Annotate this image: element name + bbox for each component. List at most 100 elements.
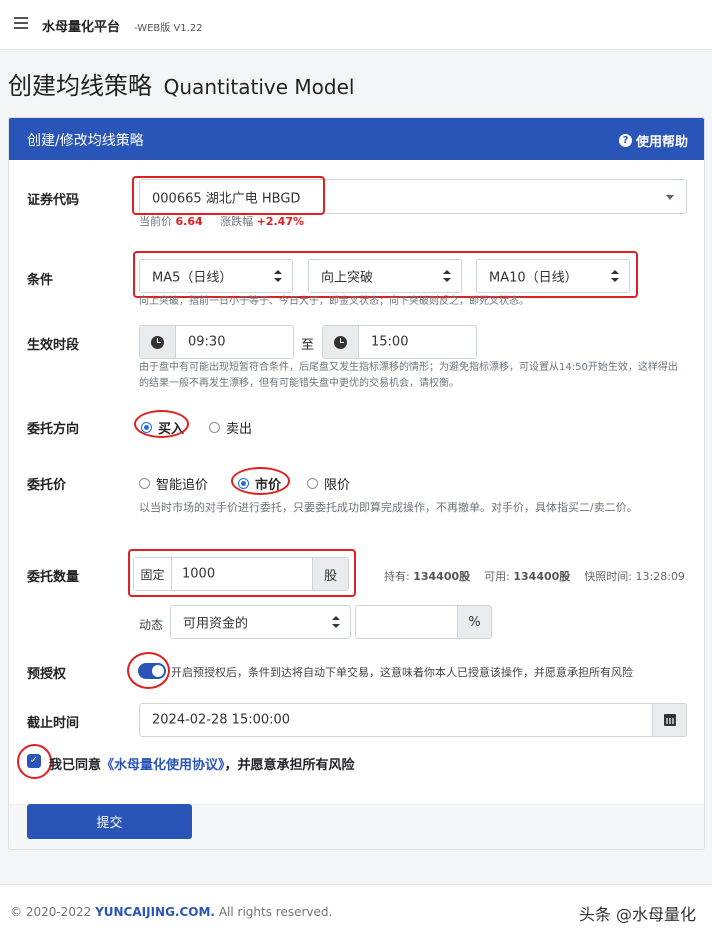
ma-left-value: MA5（日线） — [152, 270, 233, 286]
stock-value: 000665 湖北广电 HBGD — [152, 191, 301, 206]
updown-icon — [332, 616, 340, 628]
price-label: 当前价 — [139, 215, 172, 228]
stock-select[interactable]: 000665 湖北广电 HBGD — [139, 179, 687, 214]
fixed-quantity-input[interactable]: 固定 1000 股 — [133, 557, 349, 591]
app-brand[interactable]: 水母量化平台 — [42, 16, 120, 35]
holding-label: 持有: — [384, 570, 410, 583]
end-time-addon — [323, 326, 359, 358]
direction-select[interactable]: 向上突破 — [308, 259, 462, 293]
period-to: 至 — [301, 338, 315, 353]
direction-value: 向上突破 — [321, 270, 374, 286]
page-title: 创建均线策略 Quantitative Model — [8, 66, 354, 101]
available-value: 134400股 — [513, 570, 571, 583]
radio-smart-label: 智能追价 — [156, 478, 209, 493]
order-direction-label: 委托方向 — [27, 422, 80, 437]
site-link[interactable]: YUNCAIJING.COM. — [95, 905, 215, 919]
radio-dot — [141, 422, 152, 433]
agree-prefix: 我已同意 — [49, 758, 102, 773]
radio-market-label: 市价 — [255, 478, 282, 493]
snapshot-value: 13:28:09 — [635, 570, 685, 583]
ma-right-select[interactable]: MA10（日线） — [476, 259, 630, 293]
condition-hint: 向上突破，指前一日小于等于、今日大于，即金叉状态；向下突破则反之，即死叉状态。 — [139, 296, 529, 307]
available-label: 可用: — [484, 570, 510, 583]
radio-sell[interactable]: 卖出 — [209, 418, 252, 437]
deadline-value: 2024-02-28 15:00:00 — [152, 712, 291, 728]
card-header: 创建/修改均线策略 ? 使用帮助 — [9, 118, 704, 160]
radio-limit-label: 限价 — [324, 478, 351, 493]
menu-icon[interactable] — [14, 17, 28, 29]
submit-button[interactable]: 提交 — [27, 804, 192, 839]
holding-value: 134400股 — [413, 570, 471, 583]
start-time-value: 09:30 — [188, 334, 226, 350]
price-value: 6.64 — [175, 215, 203, 228]
dynamic-select[interactable]: 可用资金的 — [170, 605, 351, 639]
page-title-en: Quantitative Model — [163, 75, 355, 99]
radio-market[interactable]: 市价 — [238, 474, 281, 493]
app-version: -WEB版 V1.22 — [134, 23, 203, 34]
stock-label: 证券代码 — [27, 193, 80, 208]
end-time-input[interactable]: 15:00 — [322, 325, 477, 359]
order-price-label: 委托价 — [27, 478, 67, 493]
radio-limit[interactable]: 限价 — [307, 474, 350, 493]
agreement-link[interactable]: 《水母量化使用协议》 — [101, 758, 225, 773]
dynamic-select-value: 可用资金的 — [183, 616, 249, 632]
radio-sell-label: 卖出 — [226, 422, 253, 437]
updown-icon — [274, 270, 282, 282]
watermark: 头条 @水母量化 — [578, 905, 696, 924]
change-value: +2.47% — [256, 215, 305, 228]
radio-dot — [209, 422, 220, 433]
preauth-hint: 开启预授权后，条件到达将自动下单交易，这意味着你本人已授意该操作，并愿意承担所有… — [171, 666, 633, 679]
percent-unit: % — [457, 606, 491, 638]
chevron-down-icon — [666, 194, 674, 200]
radio-buy-label: 买入 — [158, 422, 185, 437]
preauth-label: 预授权 — [27, 667, 67, 682]
radio-buy[interactable]: 买入 — [141, 418, 184, 437]
help-link[interactable]: ? 使用帮助 — [618, 131, 688, 150]
updown-icon — [443, 270, 451, 282]
agree-text: 我已同意《水母量化使用协议》，并愿意承担所有风险 — [49, 754, 355, 773]
start-time-addon — [140, 326, 176, 358]
deadline-input[interactable]: 2024-02-28 15:00:00 — [139, 703, 687, 737]
top-bar: 水母量化平台 -WEB版 V1.22 — [0, 0, 712, 50]
preauth-toggle[interactable] — [138, 663, 166, 679]
page-footer: © 2020-2022 YUNCAIJING.COM. All rights r… — [0, 884, 712, 937]
ma-right-value: MA10（日线） — [489, 270, 578, 286]
agree-suffix: ，并愿意承担所有风险 — [224, 758, 355, 773]
ma-left-select[interactable]: MA5（日线） — [139, 259, 293, 293]
radio-dot — [307, 478, 318, 489]
end-time-value: 15:00 — [371, 334, 409, 350]
deadline-label: 截止时间 — [27, 716, 80, 731]
start-time-input[interactable]: 09:30 — [139, 325, 294, 359]
percent-input[interactable]: % — [355, 605, 492, 639]
snapshot-label: 快照时间: — [584, 570, 633, 583]
quantity-label: 委托数量 — [27, 570, 80, 585]
fixed-label: 固定 — [134, 558, 172, 590]
clock-icon — [151, 335, 164, 349]
unit-label: 股 — [312, 558, 348, 590]
change-label: 涨跌幅 — [220, 215, 254, 228]
agree-checkbox[interactable]: ✓ — [27, 754, 41, 768]
radio-dot — [238, 478, 249, 489]
fixed-value: 1000 — [182, 566, 216, 582]
copyright-suffix: All rights reserved. — [218, 905, 333, 919]
price-hint: 以当时市场的对手价进行委托，只要委托成功即算完成操作，不再撤单。对手价，具体指买… — [139, 501, 638, 514]
strategy-form-card: 创建/修改均线策略 ? 使用帮助 证券代码 000665 湖北广电 HBGD 当… — [8, 117, 705, 850]
card-title: 创建/修改均线策略 — [27, 133, 144, 149]
copyright: © 2020-2022 YUNCAIJING.COM. All rights r… — [10, 905, 332, 919]
help-label: 使用帮助 — [635, 135, 688, 150]
radio-smart[interactable]: 智能追价 — [139, 474, 208, 493]
page-title-cn: 创建均线策略 — [8, 72, 152, 100]
condition-label: 条件 — [27, 273, 54, 288]
radio-dot — [139, 478, 150, 489]
copyright-prefix: © 2020-2022 — [10, 905, 92, 919]
clock-icon — [334, 335, 347, 349]
question-icon: ? — [618, 134, 632, 147]
stock-quote: 当前价 6.64 涨跌幅 +2.47% — [139, 214, 304, 230]
period-hint: 由于盘中有可能出现短暂符合条件，后尾盘又发生指标漂移的情形；为避免指标漂移，可设… — [139, 362, 678, 389]
dynamic-label: 动态 — [139, 618, 164, 632]
calendar-icon — [663, 714, 676, 726]
holding-info: 持有: 134400股 可用: 134400股 快照时间: 13:28:09 — [384, 568, 685, 584]
updown-icon — [611, 270, 619, 282]
deadline-calendar-button[interactable] — [652, 704, 686, 736]
period-label: 生效时段 — [27, 338, 80, 353]
